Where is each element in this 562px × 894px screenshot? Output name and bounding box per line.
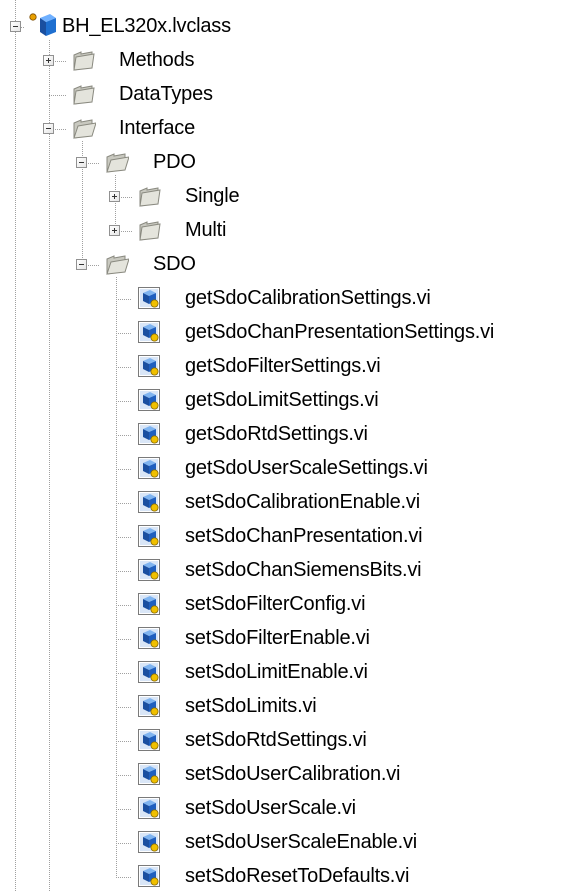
vi-label: setSdoRtdSettings.vi: [185, 729, 367, 751]
vi-label: getSdoFilterSettings.vi: [185, 355, 381, 377]
tree-node-vi[interactable]: getSdoFilterSettings.vi: [0, 350, 560, 384]
expand-toggle[interactable]: [109, 191, 120, 202]
vi-label: getSdoRtdSettings.vi: [185, 423, 368, 445]
tree-node-single[interactable]: Single: [0, 180, 560, 214]
single-label: Single: [185, 185, 240, 207]
tree-node-vi[interactable]: getSdoUserScaleSettings.vi: [0, 452, 560, 486]
tree-node-vi[interactable]: setSdoUserScaleEnable.vi: [0, 826, 560, 860]
tree-node-vi[interactable]: setSdoLimitEnable.vi: [0, 656, 560, 690]
tree-node-interface[interactable]: Interface: [0, 112, 560, 146]
tree-node-vi[interactable]: setSdoResetToDefaults.vi: [0, 860, 560, 894]
datatypes-label: DataTypes: [119, 83, 213, 105]
tree-node-pdo[interactable]: PDO: [0, 146, 560, 180]
collapse-toggle[interactable]: [43, 123, 54, 134]
tree-node-vi[interactable]: getSdoRtdSettings.vi: [0, 418, 560, 452]
vi-label: getSdoLimitSettings.vi: [185, 389, 379, 411]
vi-icon: [138, 797, 160, 819]
tree-node-vi[interactable]: setSdoRtdSettings.vi: [0, 724, 560, 758]
tree-node-sdo[interactable]: SDO: [0, 248, 560, 282]
vi-icon: [138, 423, 160, 445]
vi-icon: [138, 661, 160, 683]
methods-label: Methods: [119, 49, 195, 71]
tree-node-vi[interactable]: getSdoChanPresentationSettings.vi: [0, 316, 560, 350]
vi-label: setSdoChanPresentation.vi: [185, 525, 423, 547]
collapse-toggle[interactable]: [76, 259, 87, 270]
vi-icon: [138, 763, 160, 785]
vi-label: getSdoChanPresentationSettings.vi: [185, 321, 495, 343]
root-label: BH_EL320x.lvclass: [62, 15, 231, 37]
lvclass-cube-icon: [29, 13, 56, 36]
vi-icon: [138, 593, 160, 615]
vi-icon: [138, 389, 160, 411]
tree-node-vi[interactable]: setSdoFilterEnable.vi: [0, 622, 560, 656]
vi-icon: [138, 491, 160, 513]
folder-icon: [73, 85, 95, 105]
folder-icon: [139, 221, 161, 241]
multi-label: Multi: [185, 219, 227, 241]
vi-icon: [138, 355, 160, 377]
vi-label: getSdoUserScaleSettings.vi: [185, 457, 428, 479]
vi-label: setSdoCalibrationEnable.vi: [185, 491, 420, 513]
vi-label: setSdoUserScale.vi: [185, 797, 356, 819]
vi-icon: [138, 287, 160, 309]
tree-node-multi[interactable]: Multi: [0, 214, 560, 248]
interface-label: Interface: [119, 117, 196, 139]
vi-label: setSdoUserCalibration.vi: [185, 763, 401, 785]
open-folder-icon: [73, 119, 96, 139]
tree-node-vi[interactable]: getSdoLimitSettings.vi: [0, 384, 560, 418]
tree-node-vi[interactable]: getSdoCalibrationSettings.vi: [0, 282, 560, 316]
vi-label: setSdoChanSiemensBits.vi: [185, 559, 422, 581]
sdo-label: SDO: [153, 253, 196, 275]
vi-label: setSdoFilterConfig.vi: [185, 593, 366, 615]
vi-label: setSdoResetToDefaults.vi: [185, 865, 410, 887]
tree-node-vi[interactable]: setSdoChanSiemensBits.vi: [0, 554, 560, 588]
vi-icon: [138, 321, 160, 343]
tree-node-vi[interactable]: setSdoFilterConfig.vi: [0, 588, 560, 622]
vi-label: getSdoCalibrationSettings.vi: [185, 287, 431, 309]
vi-label: setSdoFilterEnable.vi: [185, 627, 370, 649]
vi-icon: [138, 695, 160, 717]
collapse-toggle[interactable]: [10, 21, 21, 32]
folder-icon: [73, 51, 95, 71]
vi-icon: [138, 865, 160, 887]
project-tree: BH_EL320x.lvclass Methods DataTypes Inte…: [0, 0, 562, 892]
tree-node-vi[interactable]: setSdoUserScale.vi: [0, 792, 560, 826]
tree-node-vi[interactable]: setSdoChanPresentation.vi: [0, 520, 560, 554]
collapse-toggle[interactable]: [76, 157, 87, 168]
expand-toggle[interactable]: [109, 225, 120, 236]
folder-icon: [139, 187, 161, 207]
vi-icon: [138, 729, 160, 751]
tree-node-vi[interactable]: setSdoUserCalibration.vi: [0, 758, 560, 792]
vi-icon: [138, 831, 160, 853]
vi-icon: [138, 457, 160, 479]
vi-label: setSdoLimitEnable.vi: [185, 661, 368, 683]
tree-node-vi[interactable]: setSdoCalibrationEnable.vi: [0, 486, 560, 520]
open-folder-icon: [106, 153, 129, 173]
vi-label: setSdoUserScaleEnable.vi: [185, 831, 417, 853]
pdo-label: PDO: [153, 151, 196, 173]
tree-node-root[interactable]: BH_EL320x.lvclass: [0, 10, 560, 44]
expand-toggle[interactable]: [43, 55, 54, 66]
vi-icon: [138, 525, 160, 547]
tree-node-methods[interactable]: Methods: [0, 44, 560, 78]
tree-node-datatypes[interactable]: DataTypes: [0, 78, 560, 112]
open-folder-icon: [106, 255, 129, 275]
vi-label: setSdoLimits.vi: [185, 695, 317, 717]
tree-node-vi[interactable]: setSdoLimits.vi: [0, 690, 560, 724]
vi-icon: [138, 627, 160, 649]
vi-icon: [138, 559, 160, 581]
